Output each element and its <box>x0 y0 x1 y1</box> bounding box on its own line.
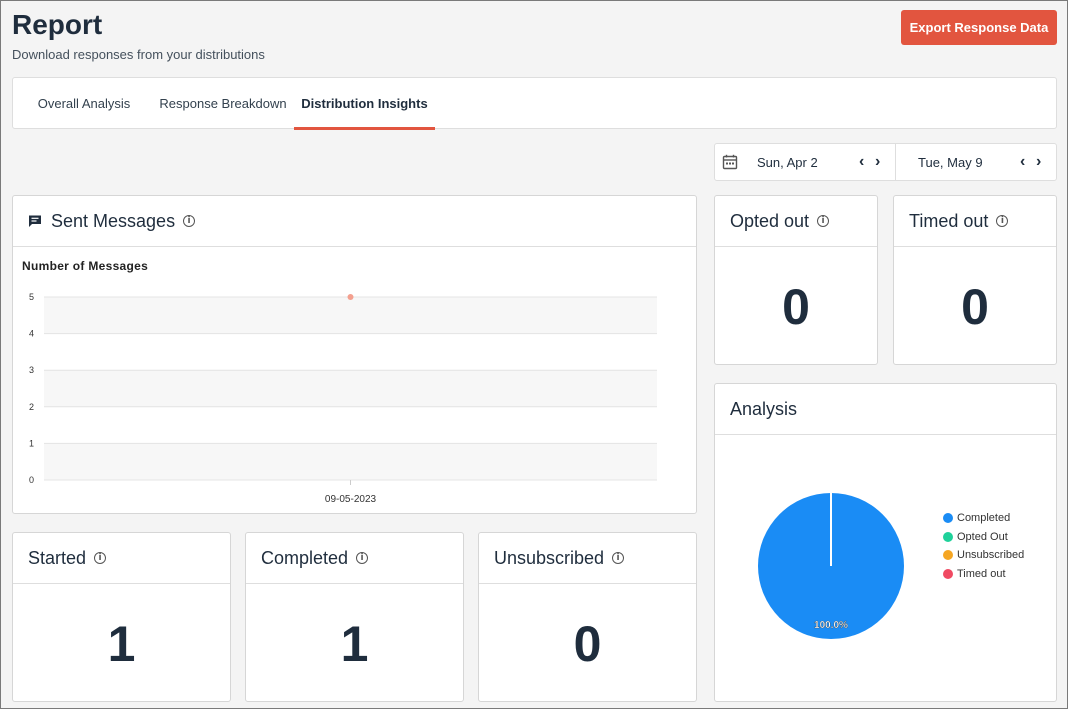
unsubscribed-value: 0 <box>573 616 602 672</box>
legend-label: Completed <box>957 512 1011 525</box>
analysis-card: Analysis 100.0% Completed Opted Out Unsu… <box>714 383 1057 702</box>
unsubscribed-card: Unsubscribed i 0 <box>478 532 697 702</box>
start-date[interactable]: Sun, Apr 2 <box>757 155 818 170</box>
messages-chart: 0 1 2 3 4 5 09-05-2023 <box>29 292 657 505</box>
page-title: Report <box>12 9 103 40</box>
legend-item[interactable]: Unsubscribed <box>943 546 1024 565</box>
y-tick-label: 4 <box>29 329 34 339</box>
legend-label: Unsubscribed <box>957 549 1025 562</box>
completed-header: Completed i <box>246 533 463 584</box>
legend-dot <box>943 550 953 561</box>
opted-out-value: 0 <box>782 279 810 335</box>
y-tick-label: 0 <box>29 475 34 485</box>
sent-messages-header: Sent Messages i <box>13 196 696 247</box>
grid-band <box>44 297 657 334</box>
info-icon[interactable]: i <box>817 215 830 227</box>
start-next-icon[interactable]: › <box>875 153 880 171</box>
sent-messages-title: Sent Messages <box>51 210 176 231</box>
y-tick-label: 2 <box>29 402 34 412</box>
end-next-icon[interactable]: › <box>1036 153 1041 171</box>
info-icon[interactable]: i <box>356 552 369 564</box>
completed-label: Completed <box>261 547 349 568</box>
y-tick-label: 1 <box>29 438 34 448</box>
grid-band <box>44 370 657 407</box>
y-tick-label: 3 <box>29 365 34 375</box>
unsubscribed-label: Unsubscribed <box>494 547 605 568</box>
analysis-title: Analysis <box>730 398 798 419</box>
opted-out-card: Opted out i 0 <box>714 195 878 365</box>
timed-out-label: Timed out <box>909 210 989 231</box>
started-card: Started i 1 <box>12 532 231 702</box>
tab-overall-analysis[interactable]: Overall Analysis <box>25 78 143 129</box>
started-header: Started i <box>13 533 230 584</box>
opted-out-header: Opted out i <box>715 196 877 247</box>
calendar-icon[interactable] <box>722 154 738 170</box>
timed-out-value: 0 <box>961 279 989 335</box>
grid-band <box>44 443 657 480</box>
tab-distribution-insights[interactable]: Distribution Insights <box>294 78 435 130</box>
start-prev-icon[interactable]: ‹ <box>859 153 864 171</box>
legend-dot <box>943 513 953 524</box>
pie-legend: Completed Opted Out Unsubscribed Timed o… <box>943 509 1024 583</box>
info-icon[interactable]: i <box>183 215 196 227</box>
y-tick-label: 5 <box>29 292 34 302</box>
sent-messages-card: Sent Messages i Number of Messages 01234… <box>12 195 697 514</box>
completed-value: 1 <box>340 616 369 672</box>
started-label: Started <box>28 547 87 568</box>
started-value: 1 <box>107 616 136 672</box>
tab-response-breakdown[interactable]: Response Breakdown <box>155 78 291 129</box>
export-response-data-button[interactable]: Export Response Data <box>901 10 1057 45</box>
legend-item[interactable]: Opted Out <box>943 528 1024 547</box>
timed-out-header: Timed out i <box>894 196 1056 247</box>
page-subtitle: Download responses from your distributio… <box>12 47 265 62</box>
tab-bar: Overall Analysis Response Breakdown Dist… <box>12 77 1057 130</box>
opted-out-label: Opted out <box>730 210 810 231</box>
analysis-pie-chart: 100.0% <box>758 493 904 639</box>
end-prev-icon[interactable]: ‹ <box>1020 153 1025 171</box>
analysis-header: Analysis <box>715 384 1056 435</box>
unsubscribed-header: Unsubscribed i <box>479 533 696 584</box>
info-icon[interactable]: i <box>94 552 107 564</box>
legend-label: Opted Out <box>957 530 1008 543</box>
pie-slice-label: 100.0% <box>814 620 848 631</box>
x-tick-label: 09-05-2023 <box>325 494 377 505</box>
legend-dot <box>943 568 953 579</box>
legend-label: Timed out <box>957 567 1006 580</box>
legend-item[interactable]: Completed <box>943 509 1024 528</box>
date-range-picker: Sun, Apr 2 ‹ › Tue, May 9 ‹ › <box>714 143 1057 181</box>
info-icon[interactable]: i <box>612 552 625 564</box>
data-point[interactable] <box>347 294 354 300</box>
start-date-segment[interactable]: Sun, Apr 2 ‹ › <box>715 144 896 180</box>
info-icon[interactable]: i <box>996 215 1009 227</box>
chat-icon <box>29 215 41 227</box>
timed-out-card: Timed out i 0 <box>893 195 1057 365</box>
legend-item[interactable]: Timed out <box>943 565 1024 584</box>
completed-card: Completed i 1 <box>245 532 464 702</box>
end-date-segment[interactable]: Tue, May 9 ‹ › <box>896 144 1056 180</box>
legend-dot <box>943 531 953 542</box>
end-date[interactable]: Tue, May 9 <box>918 155 983 170</box>
